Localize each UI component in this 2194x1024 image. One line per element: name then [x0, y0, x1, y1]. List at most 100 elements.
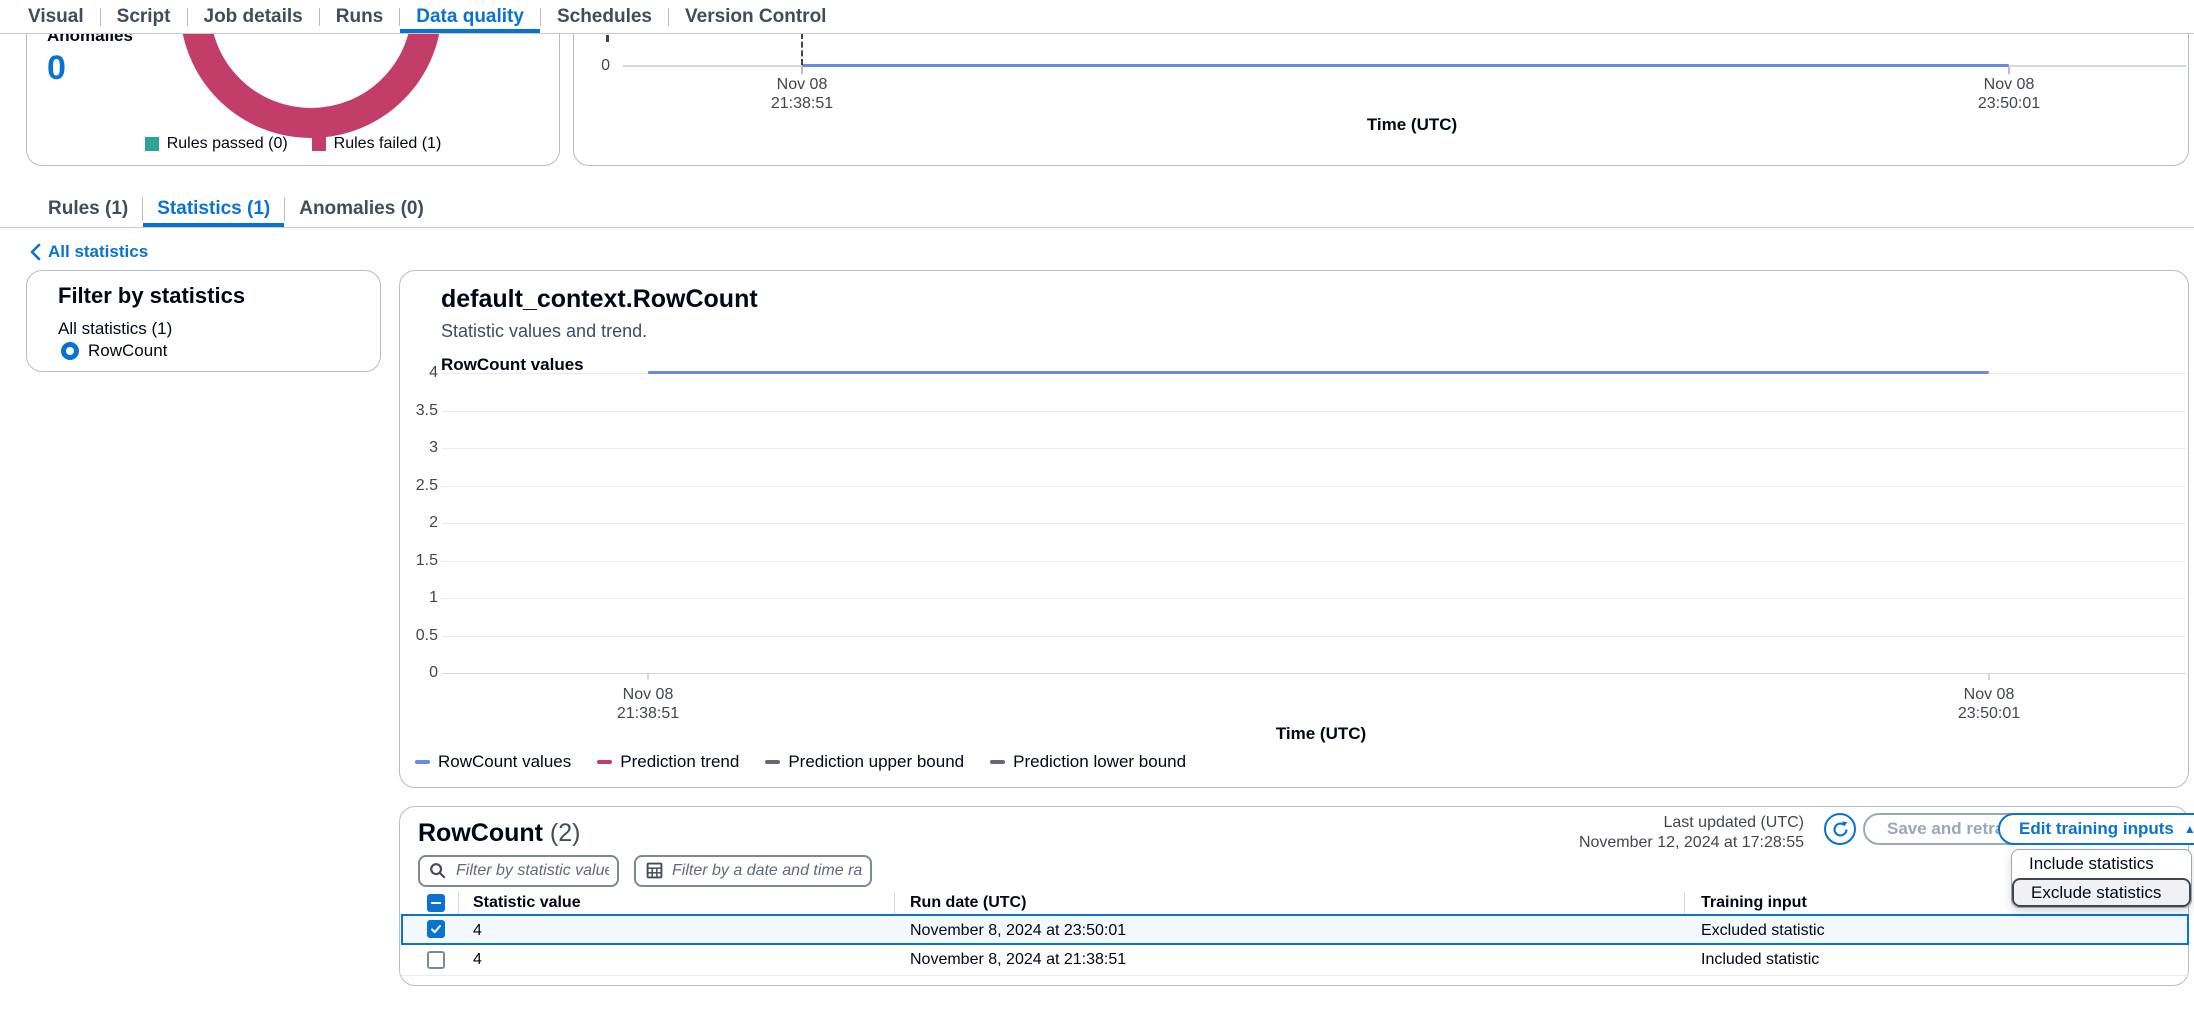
run-marker-dashed-line — [801, 33, 803, 65]
x-tick — [801, 67, 803, 74]
last-updated: Last updated (UTC) November 12, 2024 at … — [1579, 813, 1804, 853]
menu-item-exclude-statistics[interactable]: Exclude statistics — [2012, 878, 2191, 907]
tab-data-quality[interactable]: Data quality — [400, 0, 540, 33]
filter-group-label: All statistics (1) — [58, 319, 172, 339]
legend-prediction-lower: Prediction lower bound — [990, 752, 1186, 772]
filter-panel-title: Filter by statistics — [58, 283, 245, 309]
legend-label: RowCount values — [438, 752, 571, 772]
refresh-button[interactable] — [1824, 813, 1856, 845]
tab-statistics[interactable]: Statistics (1) — [143, 190, 284, 227]
x-tick-label: Nov 08 — [1889, 686, 2089, 704]
legend-label: Rules passed (0) — [167, 135, 288, 153]
donut-legend: Rules passed (0) Rules failed (1) — [27, 135, 559, 153]
series-swatch-icon — [597, 760, 612, 764]
y-tick-label: 3.5 — [400, 402, 438, 420]
x-axis-title: Time (UTC) — [1221, 724, 1421, 744]
table-title-text: RowCount — [418, 819, 543, 847]
series-swatch-icon — [415, 760, 430, 764]
gridline — [442, 598, 2186, 599]
row-checkbox-checked[interactable] — [427, 920, 445, 938]
dq-section-tabs: Rules (1) Statistics (1) Anomalies (0) — [0, 190, 2194, 228]
radio-rowcount[interactable]: RowCount — [61, 341, 167, 361]
row-checkbox-unchecked[interactable] — [427, 951, 445, 969]
rules-failed-swatch-icon — [312, 137, 326, 151]
last-updated-value: November 12, 2024 at 17:28:55 — [1579, 833, 1804, 853]
calendar-icon — [646, 862, 663, 879]
legend-prediction-upper: Prediction upper bound — [765, 752, 964, 772]
series-swatch-icon — [990, 760, 1005, 764]
x-tick — [2008, 67, 2010, 74]
tab-anomalies[interactable]: Anomalies (0) — [285, 190, 438, 227]
select-all-checkbox[interactable] — [427, 894, 445, 912]
indeterminate-icon — [431, 902, 441, 905]
table-row[interactable]: 4 November 8, 2024 at 21:38:51 Included … — [401, 945, 2189, 976]
legend-rules-passed: Rules passed (0) — [145, 135, 288, 153]
job-tab-bar: Visual Script Job details Runs Data qual… — [0, 0, 2194, 34]
chart-subtitle: Statistic values and trend. — [441, 321, 647, 342]
tab-script[interactable]: Script — [101, 0, 187, 33]
last-updated-label: Last updated (UTC) — [1579, 813, 1804, 833]
tab-job-details[interactable]: Job details — [188, 0, 319, 33]
legend-prediction-trend: Prediction trend — [597, 752, 739, 772]
x-axis-line — [442, 673, 2186, 674]
y-tick-label: 0.5 — [400, 627, 438, 645]
all-statistics-back-link[interactable]: All statistics — [30, 242, 148, 262]
column-separator — [1684, 892, 1685, 914]
refresh-icon — [1832, 821, 1849, 838]
y-axis-tick-0: 0 — [578, 57, 610, 75]
check-icon — [430, 923, 442, 935]
x-tick — [1988, 674, 1990, 680]
x-tick-label: 23:50:01 — [1929, 95, 2089, 113]
y-tick-label: 2.5 — [400, 477, 438, 495]
edit-button-label: Edit training inputs — [2019, 819, 2174, 839]
cell-training-input: Included statistic — [1701, 951, 1819, 969]
tab-schedules[interactable]: Schedules — [541, 0, 668, 33]
y-axis-title: RowCount values — [441, 355, 584, 375]
filter-date-range-input[interactable] — [634, 855, 872, 887]
cell-statistic-value: 4 — [473, 922, 482, 940]
column-header-training-input[interactable]: Training input — [1701, 894, 1807, 912]
radio-label: RowCount — [88, 341, 167, 361]
legend-rules-failed: Rules failed (1) — [312, 135, 442, 153]
x-tick — [647, 674, 649, 680]
column-header-statistic-value[interactable]: Statistic value — [473, 894, 581, 912]
table-row[interactable]: 4 November 8, 2024 at 23:50:01 Excluded … — [401, 914, 2189, 945]
y-tick-label: 1.5 — [400, 552, 438, 570]
tab-visual[interactable]: Visual — [12, 0, 100, 33]
x-tick-label: Nov 08 — [722, 76, 882, 94]
y-tick-label: 1 — [400, 589, 438, 607]
filter-by-statistics-card: Filter by statistics All statistics (1) … — [26, 270, 381, 372]
cell-run-date: November 8, 2024 at 21:38:51 — [910, 951, 1126, 969]
cell-statistic-value: 4 — [473, 951, 482, 969]
gridline — [442, 561, 2186, 562]
filter-statistic-value-input[interactable] — [418, 855, 619, 887]
page: Visual Script Job details Runs Data qual… — [0, 0, 2194, 1024]
rules-passed-swatch-icon — [145, 137, 159, 151]
caret-up-icon: ▲ — [2184, 823, 2194, 835]
y-tick-label: 2 — [400, 514, 438, 532]
x-tick-label: Nov 08 — [1929, 76, 2089, 94]
rowcount-series-line — [648, 371, 1989, 374]
tab-rules[interactable]: Rules (1) — [34, 190, 142, 227]
legend-rowcount-values: RowCount values — [415, 752, 571, 772]
legend-label: Prediction trend — [620, 752, 739, 772]
y-tick-label: 0 — [400, 664, 438, 682]
x-axis-title: Time (UTC) — [1312, 115, 1512, 135]
column-header-run-date[interactable]: Run date (UTC) — [910, 894, 1026, 912]
legend-label: Prediction upper bound — [788, 752, 964, 772]
tab-version-control[interactable]: Version Control — [669, 0, 842, 33]
chart-legend: RowCount values Prediction trend Predict… — [415, 752, 1186, 772]
anomalies-count: 0 — [47, 49, 66, 88]
series-swatch-icon — [765, 760, 780, 764]
x-tick-label: 21:38:51 — [548, 705, 748, 723]
gridline — [442, 636, 2186, 637]
table-title: RowCount (2) — [418, 819, 580, 848]
chevron-left-icon — [30, 243, 41, 261]
chart-title: default_context.RowCount — [441, 285, 758, 314]
edit-training-inputs-button[interactable]: Edit training inputs ▲ — [1998, 813, 2194, 845]
edit-training-inputs-menu: Include statistics Exclude statistics — [2011, 849, 2192, 908]
rowcount-chart-card: default_context.RowCount Statistic value… — [399, 270, 2189, 788]
radio-selected-icon — [61, 342, 79, 360]
menu-item-include-statistics[interactable]: Include statistics — [2012, 850, 2191, 878]
tab-runs[interactable]: Runs — [320, 0, 400, 33]
